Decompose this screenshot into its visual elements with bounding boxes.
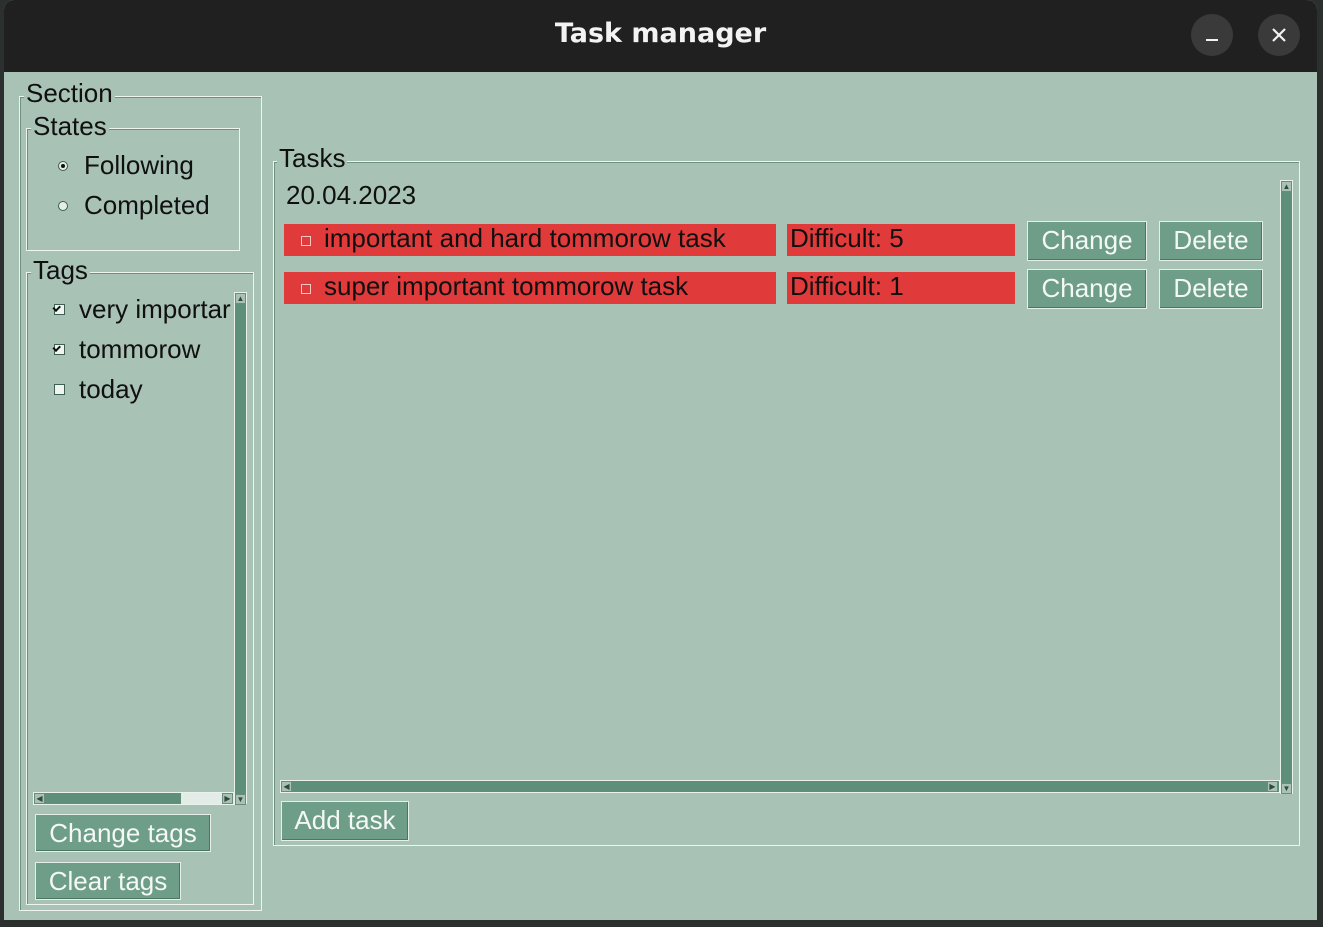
task-change-button[interactable]: Change [1027,269,1147,309]
change-tags-button[interactable]: Change tags [35,814,211,852]
scroll-up-arrow-icon[interactable]: ▲ [235,293,246,304]
tag-checkbox[interactable] [54,344,65,355]
task-name-bar: important and hard tommorow task [284,223,776,256]
minimize-icon [1206,39,1218,41]
title-bar: Task manager [4,0,1317,72]
tag-item-tommorow[interactable]: tommorow [54,334,200,365]
clear-tags-button[interactable]: Clear tags [35,862,181,900]
section-label: Section [24,78,115,108]
task-manager-window: Task manager Section States Following Co… [4,0,1317,920]
task-delete-button[interactable]: Delete [1159,221,1263,261]
tasks-frame [273,161,1300,846]
tasks-date: 20.04.2023 [286,180,417,210]
minimize-button[interactable] [1191,14,1233,56]
task-done-checkbox[interactable] [301,236,311,246]
radio-completed[interactable] [58,200,68,211]
task-name: important and hard tommorow task [324,223,726,253]
state-option-following[interactable]: Following [58,150,194,181]
state-option-completed[interactable]: Completed [58,190,210,221]
scroll-right-arrow-icon[interactable]: ▶ [222,793,233,804]
close-button[interactable] [1258,14,1300,56]
scroll-down-arrow-icon[interactable]: ▼ [235,794,246,805]
tasks-vertical-scrollbar[interactable] [1280,180,1293,794]
tags-horizontal-thumb[interactable] [45,793,181,804]
task-difficulty: Difficult: 1 [787,272,1015,304]
tags-vertical-scrollbar[interactable] [234,292,247,804]
tag-item-very-important[interactable]: very importar [54,294,231,325]
scroll-left-arrow-icon[interactable]: ◀ [34,793,45,804]
tag-checkbox[interactable] [54,304,65,315]
close-icon [1272,28,1286,42]
radio-following[interactable] [58,160,68,171]
tag-label: tommorow [79,334,201,364]
task-delete-button[interactable]: Delete [1159,269,1263,309]
scroll-right-arrow-icon[interactable]: ▶ [1267,781,1278,792]
window-title: Task manager [554,18,767,49]
tag-label: very importar [79,294,231,324]
tag-item-today[interactable]: today [54,374,143,405]
tags-list: very importar tommorow today [30,292,232,788]
tasks-horizontal-scrollbar[interactable] [280,780,1280,793]
scroll-left-arrow-icon[interactable]: ◀ [281,781,292,792]
task-name: super important tommorow task [324,271,689,301]
state-option-label: Following [84,150,194,180]
states-label: States [31,111,109,141]
add-task-button[interactable]: Add task [281,801,409,841]
task-difficulty: Difficult: 5 [787,224,1015,256]
tag-label: today [79,374,143,404]
task-change-button[interactable]: Change [1027,221,1147,261]
task-done-checkbox[interactable] [301,284,311,294]
task-name-bar: super important tommorow task [284,271,776,304]
scroll-up-arrow-icon[interactable]: ▲ [1281,181,1292,192]
tag-checkbox[interactable] [54,384,65,395]
scroll-down-arrow-icon[interactable]: ▼ [1281,783,1292,794]
state-option-label: Completed [84,190,210,220]
tasks-label: Tasks [277,143,348,173]
tags-label: Tags [31,255,90,285]
